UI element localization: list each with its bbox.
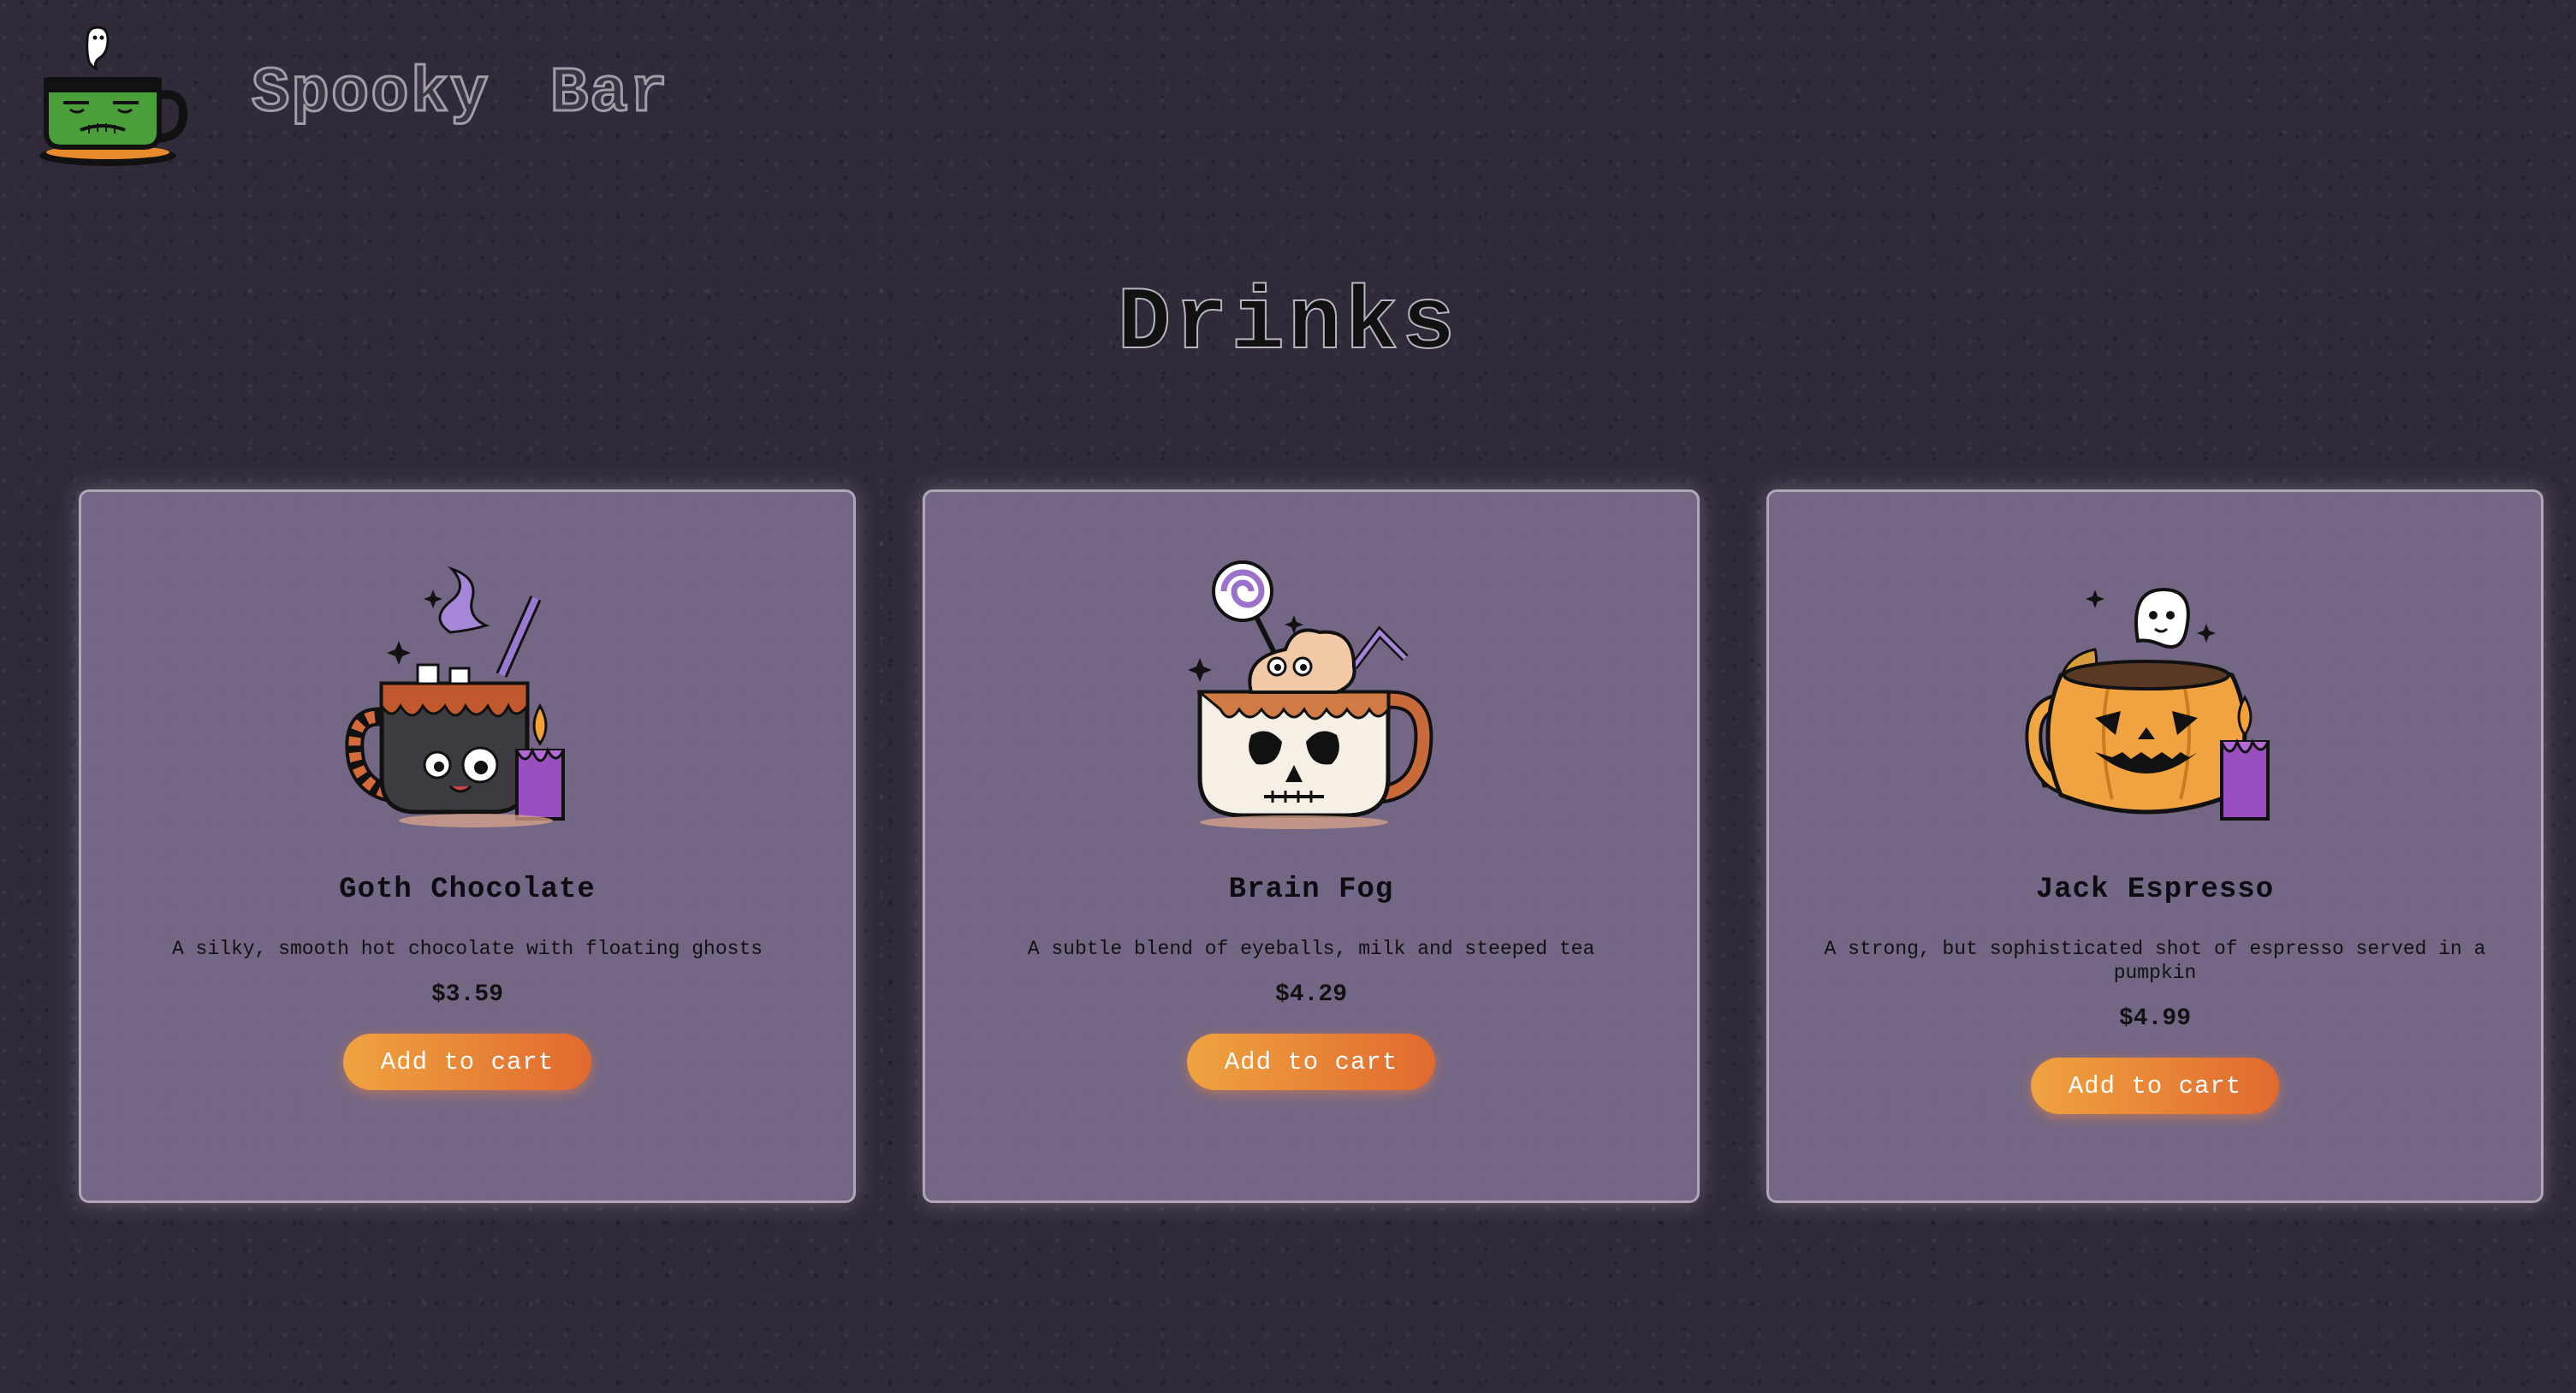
product-description: A subtle blend of eyeballs, milk and ste… xyxy=(1027,938,1595,960)
product-name: Brain Fog xyxy=(1228,874,1394,906)
product-card: Jack Espresso A strong, but sophisticate… xyxy=(1766,489,2543,1203)
site-header: Spooky Bar xyxy=(29,17,669,171)
page-title: Drinks xyxy=(1117,273,1459,376)
pumpkin-mug-icon xyxy=(2025,587,2270,821)
product-name: Goth Chocolate xyxy=(339,874,596,906)
product-price: $4.29 xyxy=(1274,981,1347,1008)
add-to-cart-button[interactable]: Add to cart xyxy=(343,1034,591,1090)
skull-mug-icon xyxy=(1188,560,1433,829)
product-name: Jack Espresso xyxy=(2035,874,2275,906)
add-to-cart-button[interactable]: Add to cart xyxy=(1187,1034,1435,1090)
product-card: Brain Fog A subtle blend of eyeballs, mi… xyxy=(923,489,1700,1203)
product-price: $3.59 xyxy=(430,981,503,1008)
product-card: Goth Chocolate A silky, smooth hot choco… xyxy=(79,489,856,1203)
brand-name[interactable]: Spooky Bar xyxy=(250,57,669,132)
product-description: A silky, smooth hot chocolate with float… xyxy=(171,938,763,960)
product-price: $4.99 xyxy=(2118,1005,2191,1032)
spooky-hot-chocolate-mug-icon xyxy=(345,566,565,827)
product-description: A strong, but sophisticated shot of espr… xyxy=(1824,938,2486,984)
add-to-cart-button[interactable]: Add to cart xyxy=(2031,1058,2279,1114)
frankenstein-teacup-logo-icon[interactable] xyxy=(29,17,192,171)
product-grid: Goth Chocolate A silky, smooth hot choco… xyxy=(79,489,2543,1203)
